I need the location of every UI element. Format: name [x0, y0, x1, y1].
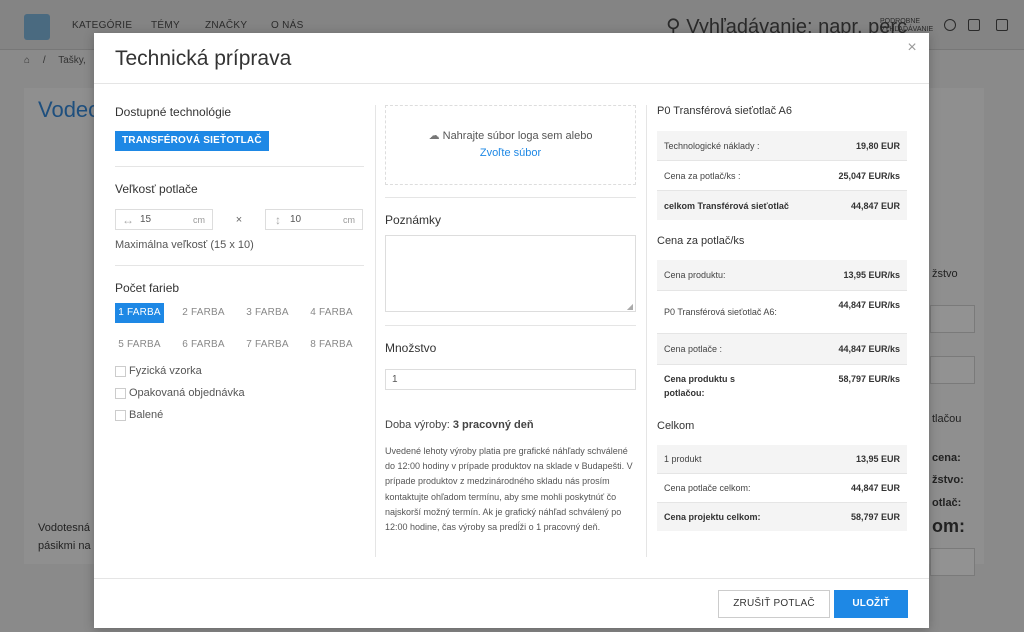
product-description: Vodotesná pásikmi na: [38, 522, 91, 552]
save-button[interactable]: ULOŽIŤ: [834, 590, 908, 618]
checkbox-label: Balené: [129, 409, 164, 421]
checkbox-label: Fyzická vzorka: [129, 365, 202, 377]
table-row: celkom Transférová sieťotlač 44,847 EUR: [657, 191, 907, 220]
production-time-label: Doba výroby:: [385, 419, 450, 431]
options-checkboxes: Fyzická vzorka Opakovaná objednávka Bale…: [115, 360, 364, 426]
resize-handle-icon[interactable]: ◢: [627, 302, 633, 311]
quantity-input[interactable]: 1: [385, 369, 636, 390]
breadcrumb: ⌂ / Tašky,: [24, 55, 86, 66]
technical-preparation-modal: Technická príprava × Dostupné technológi…: [94, 33, 929, 628]
color-option-2[interactable]: 2 FARBA: [179, 303, 228, 323]
modal-title: Technická príprava: [115, 47, 292, 70]
upload-text: Nahrajte súbor loga sem alebo: [442, 130, 593, 142]
production-time: Doba výroby: 3 pracovný deň: [385, 419, 636, 431]
table-row: Technologické náklady :19,80 EUR: [657, 131, 907, 160]
bg-label: žstvo: [932, 268, 958, 280]
bg-label: om:: [932, 516, 965, 536]
nav-brands[interactable]: ZNAČKY: [205, 20, 247, 31]
home-icon[interactable]: ⌂: [24, 55, 30, 66]
nav-categories[interactable]: KATEGÓRIE: [72, 20, 132, 31]
site-logo: [24, 14, 50, 40]
product-title: Vodec: [38, 97, 100, 122]
checkbox-physical-sample[interactable]: Fyzická vzorka: [115, 360, 364, 382]
divider: [94, 578, 929, 579]
quantity-label: Množstvo: [385, 341, 437, 355]
technology-cost-table: Technologické náklady :19,80 EUR Cena za…: [657, 131, 907, 220]
color-count-grid: 1 FARBA 2 FARBA 3 FARBA 4 FARBA 5 FARBA …: [115, 303, 364, 355]
logout-icon[interactable]: [996, 19, 1008, 31]
tech-option-transfer-screenprint[interactable]: TRANSFÉROVÁ SIEŤOTLAČ: [115, 131, 269, 151]
divider: [385, 325, 636, 326]
checkbox-box[interactable]: [115, 409, 126, 421]
table-row: Cena potlače celkom: 44,847 EUR: [664, 483, 900, 493]
color-option-3[interactable]: 3 FARBA: [243, 303, 292, 323]
checkbox-box[interactable]: [115, 365, 126, 377]
technology-column: Dostupné technológie TRANSFÉROVÁ SIEŤOTL…: [115, 105, 364, 426]
close-icon[interactable]: ×: [905, 40, 919, 56]
production-time-value: 3 pracovný deň: [452, 419, 534, 431]
total-table: 1 produkt 13,95 EUR Cena potlače celkom: 4…: [657, 445, 907, 531]
max-size-text: Maximálna veľkosť (15 x 10): [115, 239, 254, 251]
color-option-7[interactable]: 7 FARBA: [243, 335, 292, 355]
tech-label: Dostupné technológie: [115, 105, 232, 119]
bg-label: tlačou: [932, 413, 962, 425]
breadcrumb-item[interactable]: Tašky,: [58, 55, 86, 66]
nav-about[interactable]: O NÁS: [271, 20, 304, 31]
column-divider: [375, 105, 376, 557]
column-divider: [646, 105, 647, 557]
checkbox-packaged[interactable]: Balené: [115, 404, 364, 426]
vertical-arrows-icon: ↕: [275, 212, 281, 227]
cart-icon[interactable]: [968, 19, 980, 31]
horizontal-arrows-icon: ↔: [122, 212, 134, 227]
notes-label: Poznámky: [385, 213, 442, 227]
nav-topics[interactable]: TÉMY: [151, 20, 180, 31]
color-option-6[interactable]: 6 FARBA: [179, 335, 228, 355]
price-per-print-table: Cena produktu: 13,95 EUR/ks P0 Transférov…: [657, 260, 907, 407]
table-row: Cena za potlač/ks :25,047 EUR/ks: [664, 170, 900, 181]
notes-textarea[interactable]: ◢: [385, 235, 636, 312]
bg-label: cena:: [932, 452, 961, 464]
checkbox-label: Opakovaná objednávka: [129, 387, 245, 399]
size-label: Veľkosť potlače: [115, 182, 198, 196]
table-row: Cena produktu s potlačou: 58,797 EUR/ks: [664, 374, 900, 398]
color-option-1[interactable]: 1 FARBA: [115, 303, 164, 323]
user-icon[interactable]: [944, 19, 956, 31]
table-row: P0 Transférová sieťotlač A6: 44,847 EUR/k…: [664, 300, 900, 317]
color-option-8[interactable]: 8 FARBA: [307, 335, 356, 355]
table-row: 1 produkt 13,95 EUR: [657, 445, 907, 473]
divider: [115, 265, 364, 266]
table-row: Cena projektu celkom: 58,797 EUR: [657, 503, 907, 531]
price-per-print-title: Cena za potlač/ks: [657, 235, 745, 247]
bg-field: [930, 305, 975, 333]
tech-options: TRANSFÉROVÁ SIEŤOTLAČ: [115, 130, 364, 151]
logo-upload-dropzone[interactable]: ☁ Nahrajte súbor loga sem alebo Zvoľte s…: [385, 105, 636, 185]
table-row: Cena potlače :44,847 EUR/ks: [657, 334, 907, 364]
technology-summary-title: P0 Transférová sieťotlač A6: [657, 105, 792, 117]
divider: [385, 197, 636, 198]
cloud-upload-icon: ☁: [428, 130, 440, 142]
total-title: Celkom: [657, 420, 695, 432]
table-row: Cena produktu: 13,95 EUR/ks: [657, 260, 907, 290]
bg-label: otlač:: [932, 497, 962, 509]
choose-file-link[interactable]: Zvoľte súbor: [386, 147, 635, 159]
bg-field: [930, 548, 975, 576]
width-input[interactable]: ↔ 15 cm: [115, 209, 213, 230]
divider: [94, 83, 929, 84]
checkbox-repeat-order[interactable]: Opakovaná objednávka: [115, 382, 364, 404]
color-option-4[interactable]: 4 FARBA: [307, 303, 356, 323]
price-summary-column: P0 Transférová sieťotlač A6 Technologick…: [657, 105, 907, 531]
size-inputs: ↔ 15 cm × ↕ 10 cm: [115, 209, 364, 230]
checkbox-box[interactable]: [115, 387, 126, 399]
colors-label: Počet farieb: [115, 281, 180, 295]
upload-column: ☁ Nahrajte súbor loga sem alebo Zvoľte s…: [385, 105, 636, 535]
times-sign: ×: [235, 213, 243, 226]
divider: [115, 166, 364, 167]
production-note: Uvedené lehoty výroby platia pre grafick…: [385, 446, 633, 533]
cancel-print-button[interactable]: ZRUŠIŤ POTLAČ: [718, 590, 830, 618]
height-input[interactable]: ↕ 10 cm: [265, 209, 363, 230]
color-option-5[interactable]: 5 FARBA: [115, 335, 164, 355]
bg-label: žstvo:: [932, 474, 964, 486]
detailed-search-link[interactable]: PODROBNÉ VYHĽADÁVANIE: [880, 18, 936, 34]
bg-field: [930, 356, 975, 384]
